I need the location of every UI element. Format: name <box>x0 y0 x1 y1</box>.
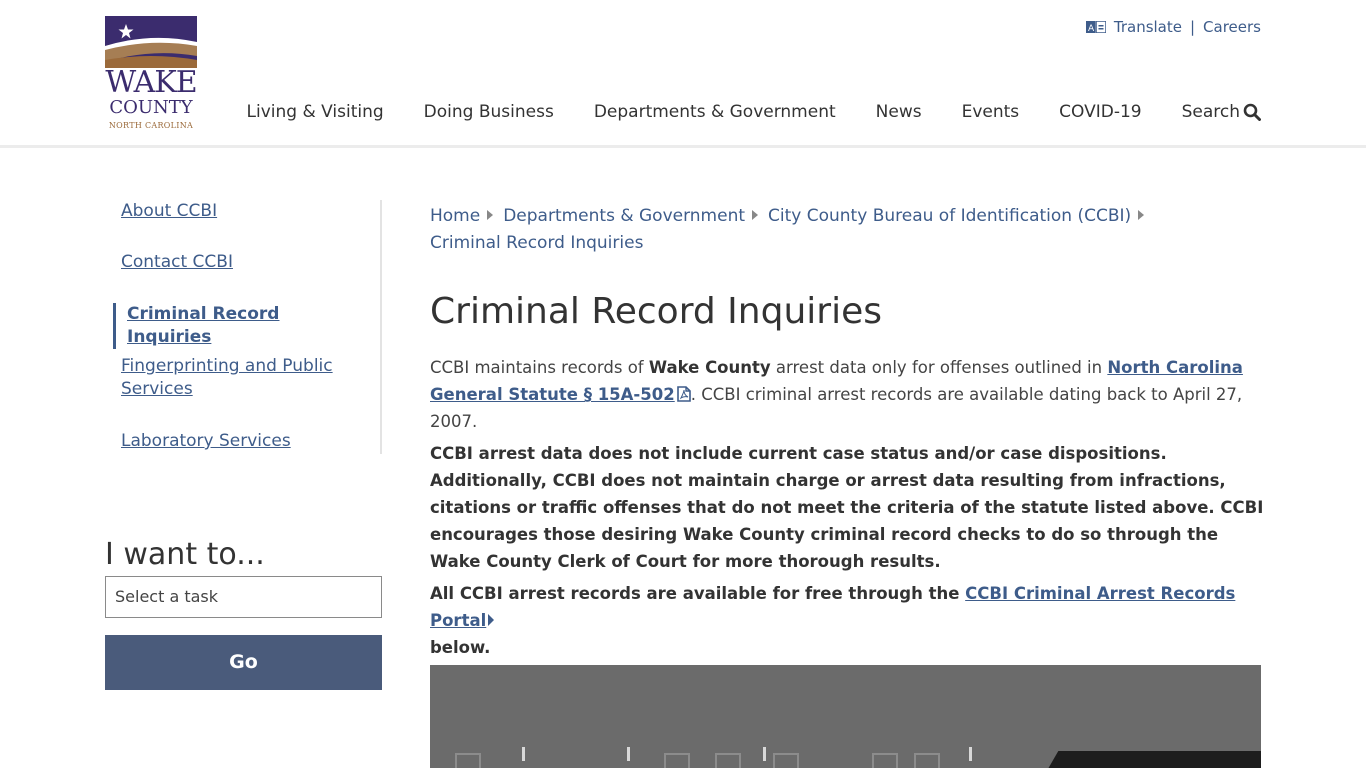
video-shape <box>969 747 972 761</box>
sidebar-item-laboratory-services[interactable]: Laboratory Services <box>121 430 361 453</box>
portal-text-b: below. <box>430 638 491 657</box>
breadcrumb: Home Departments & Government City County … <box>430 203 1260 257</box>
intro-bold: Wake County <box>648 358 771 377</box>
i-want-to-heading: I want to... <box>105 537 265 572</box>
breadcrumb-ccbi[interactable]: City County Bureau of Identification (CC… <box>768 206 1131 226</box>
logo-emblem-icon <box>105 16 197 68</box>
utility-separator: | <box>1189 18 1196 36</box>
nav-news[interactable]: News <box>876 102 922 122</box>
video-shape <box>455 753 481 768</box>
page-title: Criminal Record Inquiries <box>430 291 882 332</box>
logo-wake-text: WAKE <box>105 65 197 100</box>
main-navigation: Living & Visiting Doing Business Departm… <box>247 100 1261 124</box>
translate-link[interactable]: Translate <box>1114 18 1182 36</box>
video-shape <box>914 753 940 768</box>
disclaimer-paragraph: CCBI arrest data does not include curren… <box>430 444 1264 571</box>
intro-text-b: arrest data only for offenses outlined i… <box>770 358 1108 377</box>
portal-link-arrow-icon <box>488 614 495 626</box>
logo-state-text: NORTH CAROLINA <box>108 121 194 130</box>
nav-living-visiting[interactable]: Living & Visiting <box>247 102 384 122</box>
video-shape <box>763 747 766 761</box>
utility-links: A Translate | Careers <box>1085 17 1261 37</box>
site-header: WAKE COUNTY NORTH CAROLINA A Translate |… <box>0 0 1366 148</box>
sidebar-item-contact-ccbi[interactable]: Contact CCBI <box>121 251 361 274</box>
nav-doing-business[interactable]: Doing Business <box>424 102 554 122</box>
video-shape <box>522 747 525 761</box>
nav-covid-19[interactable]: COVID-19 <box>1059 102 1141 122</box>
video-shape <box>627 747 630 761</box>
video-shape <box>664 753 690 768</box>
wake-county-logo[interactable]: WAKE COUNTY NORTH CAROLINA <box>105 16 198 132</box>
search-button[interactable]: Search <box>1182 102 1261 122</box>
intro-paragraph: CCBI maintains records of Wake County ar… <box>430 354 1265 435</box>
nav-departments-government[interactable]: Departments & Government <box>594 102 836 122</box>
breadcrumb-caret-icon <box>487 210 494 220</box>
breadcrumb-caret-icon <box>752 210 759 220</box>
pdf-file-icon <box>676 386 691 402</box>
svg-text:A: A <box>1088 24 1095 33</box>
video-shape <box>872 753 898 768</box>
sidebar-item-about-ccbi[interactable]: About CCBI <box>121 200 361 223</box>
sidebar-item-criminal-record-inquiries[interactable]: Criminal Record Inquiries <box>113 303 353 349</box>
portal-video-embed[interactable] <box>430 665 1261 768</box>
breadcrumb-home[interactable]: Home <box>430 206 480 226</box>
portal-text-a: All CCBI arrest records are available fo… <box>430 584 966 603</box>
careers-link[interactable]: Careers <box>1203 18 1261 36</box>
video-shape <box>773 753 799 768</box>
section-sidebar-nav: About CCBI Contact CCBI Criminal Record … <box>105 200 382 454</box>
go-button[interactable]: Go <box>105 635 382 690</box>
video-shape <box>715 753 741 768</box>
search-icon <box>1243 103 1261 121</box>
breadcrumb-current[interactable]: Criminal Record Inquiries <box>430 230 1260 257</box>
translate-icon: A <box>1085 21 1106 33</box>
logo-county-text: COUNTY <box>109 97 193 118</box>
search-label: Search <box>1181 102 1240 122</box>
video-overlay-banner <box>1041 751 1261 768</box>
nav-events[interactable]: Events <box>962 102 1020 122</box>
breadcrumb-departments[interactable]: Departments & Government <box>503 206 745 226</box>
intro-text-a: CCBI maintains records of <box>430 358 649 377</box>
sidebar-item-fingerprinting[interactable]: Fingerprinting and Public Services <box>121 355 361 401</box>
breadcrumb-caret-icon <box>1138 210 1145 220</box>
portal-paragraph: All CCBI arrest records are available fo… <box>430 580 1265 661</box>
task-select[interactable]: Select a task <box>105 576 382 618</box>
